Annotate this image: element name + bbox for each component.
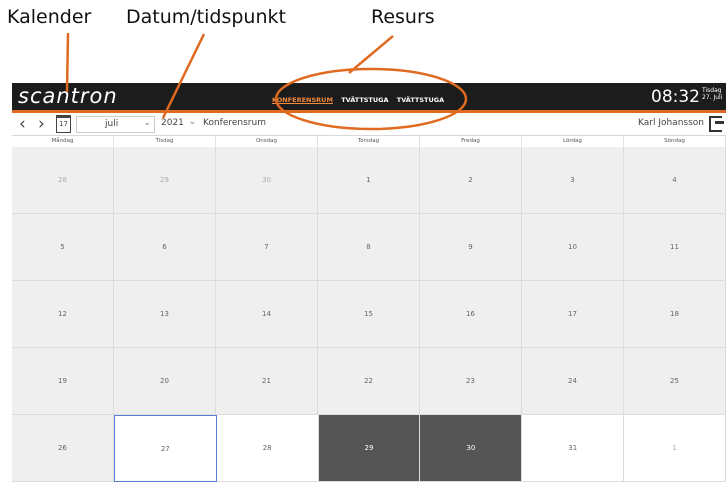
chevron-down-icon: ⌄ [143, 118, 151, 128]
month-value: juli [105, 119, 119, 129]
calendar-day[interactable]: 31 [522, 415, 625, 482]
calendar-day[interactable]: 20 [114, 348, 216, 415]
weekday-header: Lördag [522, 136, 624, 147]
calendar-day[interactable]: 12 [12, 281, 114, 348]
calendar-day[interactable]: 21 [216, 348, 318, 415]
calendar-week-row: 26 27 28 29 30 31 1 [12, 415, 726, 482]
calendar-day[interactable]: 2 [420, 147, 522, 214]
resource-tabs: KONFERENSRUM TVÄTTSTUGA TVÄTTSTUGA [272, 96, 450, 104]
resource-tab-tvattstuga-1[interactable]: TVÄTTSTUGA [341, 96, 388, 104]
calendar-day[interactable]: 28 [216, 415, 319, 482]
calendar-day[interactable]: 9 [420, 214, 522, 281]
calendar-day[interactable]: 4 [624, 147, 726, 214]
calendar-day[interactable]: 24 [522, 348, 624, 415]
logo: scantron [18, 84, 118, 108]
app-window: scantron KONFERENSRUM TVÄTTSTUGA TVÄTTST… [12, 83, 726, 483]
calendar-icon[interactable]: 17 [56, 115, 71, 133]
calendar-day[interactable]: 26 [12, 415, 114, 482]
weekday-header: Tisdag [114, 136, 216, 147]
year-select[interactable]: 2021 ⌄ [159, 116, 199, 131]
calendar-day[interactable]: 30 [420, 415, 523, 482]
calendar-day[interactable]: 29 [318, 415, 421, 482]
calendar-day[interactable]: 25 [624, 348, 726, 415]
calendar-week-row: 19 20 21 22 23 24 25 [12, 348, 726, 415]
calendar-grid: Måndag Tisdag Onsdag Torsdag Fredag Lörd… [12, 135, 726, 484]
annotation-line-resource [348, 35, 394, 74]
calendar-week-row: 5 6 7 8 9 10 11 [12, 214, 726, 281]
calendar-day[interactable]: 8 [318, 214, 420, 281]
month-select[interactable]: juli ⌄ [76, 116, 155, 133]
calendar-day[interactable]: 16 [420, 281, 522, 348]
weekday-header: Fredag [420, 136, 522, 147]
resource-tab-tvattstuga-2[interactable]: TVÄTTSTUGA [397, 96, 444, 104]
clock-date: Tisdag 27. Juli [702, 87, 724, 101]
chevron-down-icon: ⌄ [188, 117, 196, 127]
calendar-day[interactable]: 5 [12, 214, 114, 281]
weekday-header-row: Måndag Tisdag Onsdag Torsdag Fredag Lörd… [12, 136, 726, 147]
year-value: 2021 [161, 118, 184, 128]
calendar-day[interactable]: 13 [114, 281, 216, 348]
clock-day-month: 27. Juli [702, 94, 723, 101]
calendar-day[interactable]: 6 [114, 214, 216, 281]
annotation-resource: Resurs [371, 6, 435, 28]
calendar-day[interactable]: 11 [624, 214, 726, 281]
weekday-header: Onsdag [216, 136, 318, 147]
weekday-header: Söndag [624, 136, 726, 147]
selected-resource: Konferensrum [203, 118, 266, 128]
calendar-day-today[interactable]: 27 [113, 415, 217, 482]
calendar-day[interactable]: 30 [216, 147, 318, 214]
calendar-day[interactable]: 23 [420, 348, 522, 415]
calendar-day[interactable]: 29 [114, 147, 216, 214]
calendar-day[interactable]: 14 [216, 281, 318, 348]
clock-weekday: Tisdag [702, 87, 722, 94]
next-month-button[interactable]: › [38, 114, 45, 134]
clock-time: 08:32 [651, 87, 700, 107]
calendar-day[interactable]: 18 [624, 281, 726, 348]
calendar-day[interactable]: 7 [216, 214, 318, 281]
logout-icon[interactable] [709, 116, 724, 132]
annotation-datetime: Datum/tidspunkt [126, 6, 286, 28]
annotation-calendar: Kalender [7, 6, 92, 28]
weekday-header: Torsdag [318, 136, 420, 147]
calendar-day[interactable]: 28 [12, 147, 114, 214]
calendar-day[interactable]: 1 [318, 147, 420, 214]
top-bar: scantron KONFERENSRUM TVÄTTSTUGA TVÄTTST… [12, 83, 726, 110]
calendar-day[interactable]: 19 [12, 348, 114, 415]
toolbar: ‹ › 17 juli ⌄ 2021 ⌄ Konferensrum Karl J… [12, 113, 726, 135]
calendar-day[interactable]: 3 [522, 147, 624, 214]
calendar-day[interactable]: 22 [318, 348, 420, 415]
calendar-week-row: 12 13 14 15 16 17 18 [12, 281, 726, 348]
calendar-day[interactable]: 10 [522, 214, 624, 281]
calendar-day[interactable]: 1 [624, 415, 726, 482]
calendar-day[interactable]: 15 [318, 281, 420, 348]
prev-month-button[interactable]: ‹ [19, 114, 26, 134]
weekday-header: Måndag [12, 136, 114, 147]
resource-tab-konferensrum[interactable]: KONFERENSRUM [272, 96, 333, 104]
calendar-week-row: 28 29 30 1 2 3 4 [12, 147, 726, 214]
user-name: Karl Johansson [638, 118, 704, 128]
calendar-day[interactable]: 17 [522, 281, 624, 348]
calendar-weeks: 28 29 30 1 2 3 4 5 6 7 8 9 10 11 12 13 14 15 16 17 18 19 20 21 2… [12, 147, 726, 482]
